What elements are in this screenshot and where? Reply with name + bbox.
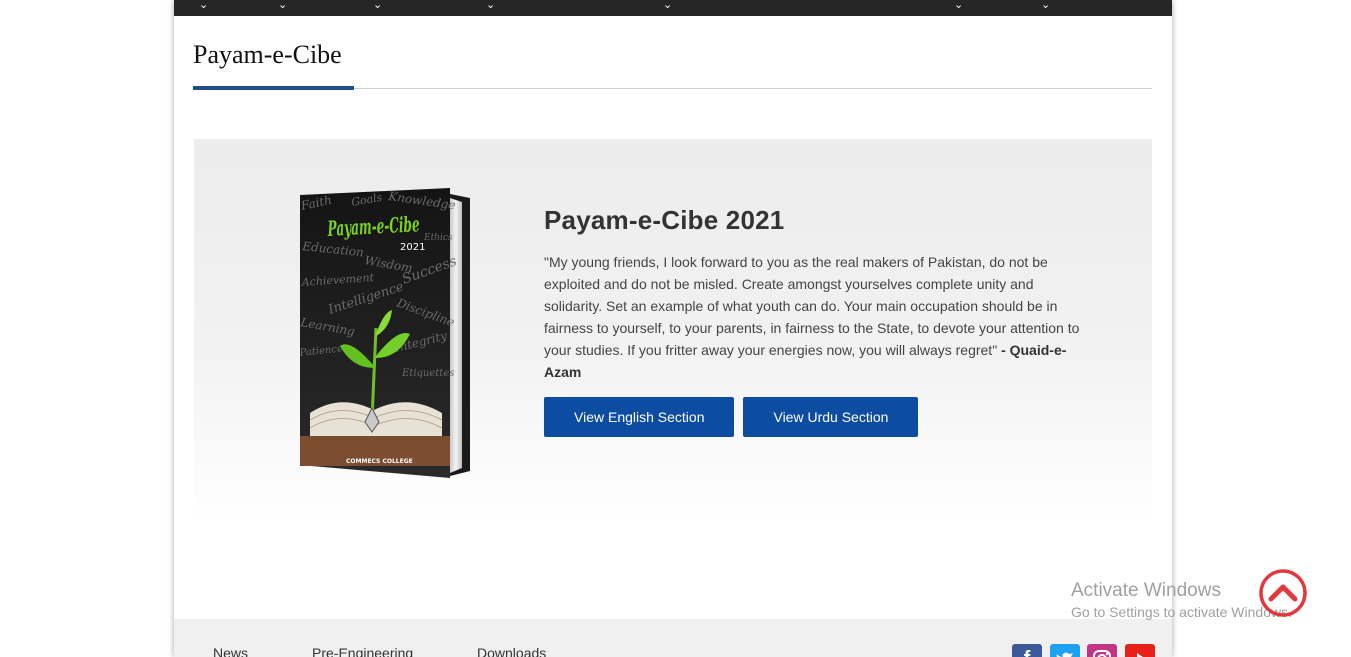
youtube-icon[interactable] <box>1125 644 1155 657</box>
feature-content: Payam-e-Cibe 2021 "My young friends, I l… <box>544 205 1084 383</box>
feature-heading: Payam-e-Cibe 2021 <box>544 205 785 235</box>
cover-publisher: COMMECS COLLEGE <box>346 458 413 465</box>
view-english-section-button[interactable]: View English Section <box>544 397 735 437</box>
nav-dropdown-chevron-icon[interactable]: ⌄ <box>278 0 287 10</box>
cover-title: Payam-e-Cibe <box>326 211 420 241</box>
page-title: Payam-e-Cibe <box>193 40 342 69</box>
quaid-quote: "My young friends, I look forward to you… <box>544 251 1084 383</box>
page-container: ⌄ ⌄ ⌄ ⌄ ⌄ ⌄ ⌄ Payam-e-Cibe Faith Goals K… <box>174 0 1172 657</box>
nav-dropdown-chevron-icon[interactable]: ⌄ <box>1041 0 1050 10</box>
chevron-up-icon <box>1259 569 1307 617</box>
footer-link-downloads[interactable]: Downloads <box>477 645 546 657</box>
title-accent-underline <box>193 86 354 90</box>
magazine-cover-image: Faith Goals Knowledge Ethics Education W… <box>300 188 470 480</box>
nav-dropdown-chevron-icon[interactable]: ⌄ <box>373 0 382 10</box>
magazine-feature-panel: Faith Goals Knowledge Ethics Education W… <box>194 139 1152 524</box>
top-navigation-bar: ⌄ ⌄ ⌄ ⌄ ⌄ ⌄ ⌄ <box>174 0 1172 16</box>
facebook-icon[interactable]: f <box>1012 644 1042 657</box>
view-urdu-section-button[interactable]: View Urdu Section <box>743 397 919 437</box>
nav-dropdown-chevron-icon[interactable]: ⌄ <box>486 0 495 10</box>
footer-link-pre-engineering[interactable]: Pre-Engineering <box>312 645 413 657</box>
cover-word: Etiquettes <box>401 368 454 379</box>
scroll-to-top-button[interactable] <box>1258 568 1308 618</box>
nav-dropdown-chevron-icon[interactable]: ⌄ <box>663 0 672 10</box>
instagram-icon[interactable] <box>1087 644 1117 657</box>
cover-word: Ethics <box>423 233 453 243</box>
quote-text: "My young friends, I look forward to you… <box>544 254 1080 358</box>
footer-link-news[interactable]: News <box>213 645 248 657</box>
twitter-icon[interactable] <box>1050 644 1080 657</box>
nav-dropdown-chevron-icon[interactable]: ⌄ <box>954 0 963 10</box>
footer: News Pre-Engineering Downloads f <box>174 619 1172 657</box>
cover-year: 2021 <box>400 242 425 253</box>
section-buttons: View English Section View Urdu Section <box>544 397 927 437</box>
nav-dropdown-chevron-icon[interactable]: ⌄ <box>199 0 208 10</box>
